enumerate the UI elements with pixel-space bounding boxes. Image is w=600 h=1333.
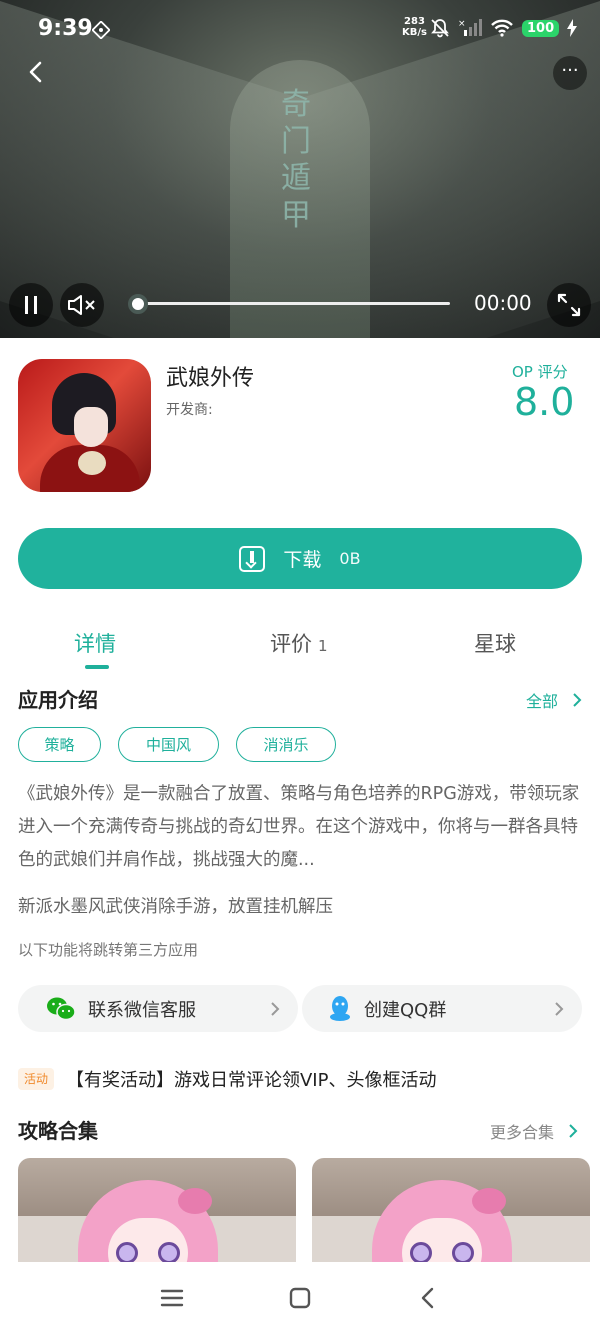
pause-icon bbox=[25, 296, 37, 314]
tab-active-indicator bbox=[85, 665, 109, 669]
guide-card-glasses-left bbox=[410, 1242, 432, 1264]
download-icon bbox=[239, 545, 266, 572]
mute-button[interactable] bbox=[60, 283, 104, 327]
tag-match3[interactable]: 消消乐 bbox=[236, 727, 336, 762]
nav-back-button[interactable] bbox=[408, 1282, 448, 1314]
score-value: 8.0 bbox=[514, 380, 575, 424]
create-qq-group-button[interactable]: 创建QQ群 bbox=[302, 985, 582, 1032]
tab-planet[interactable]: 星球 bbox=[474, 628, 516, 658]
guides-more-label: 更多合集 bbox=[490, 1123, 555, 1142]
video-current-time: 00:00 bbox=[474, 291, 532, 315]
chevron-right-icon bbox=[555, 1002, 564, 1016]
tab-reviews[interactable]: 评价 1 bbox=[270, 628, 328, 658]
wifi-icon bbox=[491, 19, 513, 37]
guide-card[interactable] bbox=[312, 1158, 590, 1278]
tab-reviews-label: 评价 bbox=[270, 632, 312, 656]
wechat-icon bbox=[47, 997, 76, 1020]
tab-planet-label: 星球 bbox=[474, 632, 516, 656]
battery-level: 100 bbox=[522, 19, 560, 37]
video-progress-bar[interactable] bbox=[136, 302, 450, 305]
tag-chinese-style[interactable]: 中国风 bbox=[118, 727, 219, 762]
video-art-title: 奇门遁甲 bbox=[281, 87, 311, 233]
status-icons: × 100 bbox=[430, 18, 578, 38]
chevron-right-icon bbox=[573, 693, 582, 707]
download-size: 0B bbox=[339, 549, 361, 568]
download-button[interactable]: 下载 0B bbox=[18, 528, 582, 589]
video-progress-thumb[interactable] bbox=[128, 294, 148, 314]
signal-icon: × bbox=[458, 19, 482, 36]
nfc-icon bbox=[92, 21, 110, 39]
qq-icon bbox=[330, 995, 350, 1021]
wechat-support-button[interactable]: 联系微信客服 bbox=[18, 985, 298, 1032]
app-slogan: 新派水墨风武侠消除手游，放置挂机解压 bbox=[18, 897, 333, 917]
system-navigation-bar bbox=[0, 1262, 600, 1333]
network-speed: 283 KB/s bbox=[402, 16, 427, 38]
tag-strategy[interactable]: 策略 bbox=[18, 727, 101, 762]
back-button[interactable] bbox=[22, 56, 52, 90]
volume-muted-icon bbox=[68, 295, 95, 315]
chevron-right-icon bbox=[271, 1002, 280, 1016]
expand-icon bbox=[557, 293, 581, 317]
third-party-note: 以下功能将跳转第三方应用 bbox=[18, 941, 199, 959]
tab-reviews-count: 1 bbox=[318, 637, 328, 655]
fullscreen-button[interactable] bbox=[547, 283, 591, 327]
back-arrow-icon bbox=[421, 1287, 434, 1309]
menu-icon bbox=[160, 1289, 184, 1307]
create-qq-group-label: 创建QQ群 bbox=[364, 999, 447, 1021]
activity-link[interactable]: 【有奖活动】游戏日常评论领VIP、头像框活动 bbox=[66, 1066, 436, 1092]
pause-button[interactable] bbox=[9, 283, 53, 327]
bell-muted-icon bbox=[431, 19, 449, 38]
more-dots-icon: ··· bbox=[561, 60, 579, 81]
chevron-right-icon bbox=[569, 1124, 578, 1138]
score-label: OP 评分 bbox=[512, 363, 568, 381]
guides-title: 攻略合集 bbox=[18, 1119, 98, 1143]
app-icon-flower bbox=[78, 451, 106, 475]
guide-card-character-bow bbox=[472, 1188, 506, 1214]
guides-more-link[interactable]: 更多合集 bbox=[490, 1119, 578, 1143]
wechat-support-label: 联系微信客服 bbox=[88, 999, 196, 1021]
status-bar: 9:39 283 KB/s × 100 bbox=[0, 0, 600, 60]
tag-strategy-label: 策略 bbox=[44, 736, 75, 754]
guide-card-glasses-right bbox=[158, 1242, 180, 1264]
network-speed-unit: KB/s bbox=[402, 27, 427, 38]
guide-card-glasses-left bbox=[116, 1242, 138, 1264]
intro-show-all-label: 全部 bbox=[526, 692, 559, 711]
intro-show-all-link[interactable]: 全部 bbox=[526, 688, 582, 712]
intro-title: 应用介绍 bbox=[18, 688, 98, 712]
download-label: 下载 bbox=[283, 549, 322, 571]
home-square-icon bbox=[289, 1287, 311, 1309]
guide-card[interactable] bbox=[18, 1158, 296, 1278]
nav-home-button[interactable] bbox=[280, 1282, 320, 1314]
nav-menu-button[interactable] bbox=[152, 1282, 192, 1314]
guide-card-character-bow bbox=[178, 1188, 212, 1214]
app-icon bbox=[18, 359, 151, 492]
chevron-left-icon bbox=[29, 61, 42, 83]
status-time: 9:39 bbox=[38, 16, 93, 41]
video-player[interactable]: 奇门遁甲 9:39 283 KB/s × 100 ··· 00:00 bbox=[0, 0, 600, 338]
guide-card-glasses-right bbox=[452, 1242, 474, 1264]
charging-icon bbox=[567, 19, 578, 37]
app-name: 武娘外传 bbox=[166, 366, 255, 391]
tag-match3-label: 消消乐 bbox=[263, 736, 309, 754]
developer-label: 开发商: bbox=[166, 402, 213, 418]
activity-badge: 活动 bbox=[18, 1068, 55, 1090]
app-icon-face bbox=[74, 407, 108, 447]
tag-chinese-style-label: 中国风 bbox=[145, 736, 191, 754]
app-description[interactable]: 《武娘外传》是一款融合了放置、策略与角色培养的RPG游戏，带领玩家进入一个充满传… bbox=[18, 778, 584, 877]
tab-details-label: 详情 bbox=[74, 632, 116, 656]
svg-text:×: × bbox=[458, 19, 466, 29]
more-options-button[interactable]: ··· bbox=[553, 56, 587, 90]
tab-details[interactable]: 详情 bbox=[74, 628, 116, 658]
network-speed-value: 283 bbox=[404, 16, 425, 27]
